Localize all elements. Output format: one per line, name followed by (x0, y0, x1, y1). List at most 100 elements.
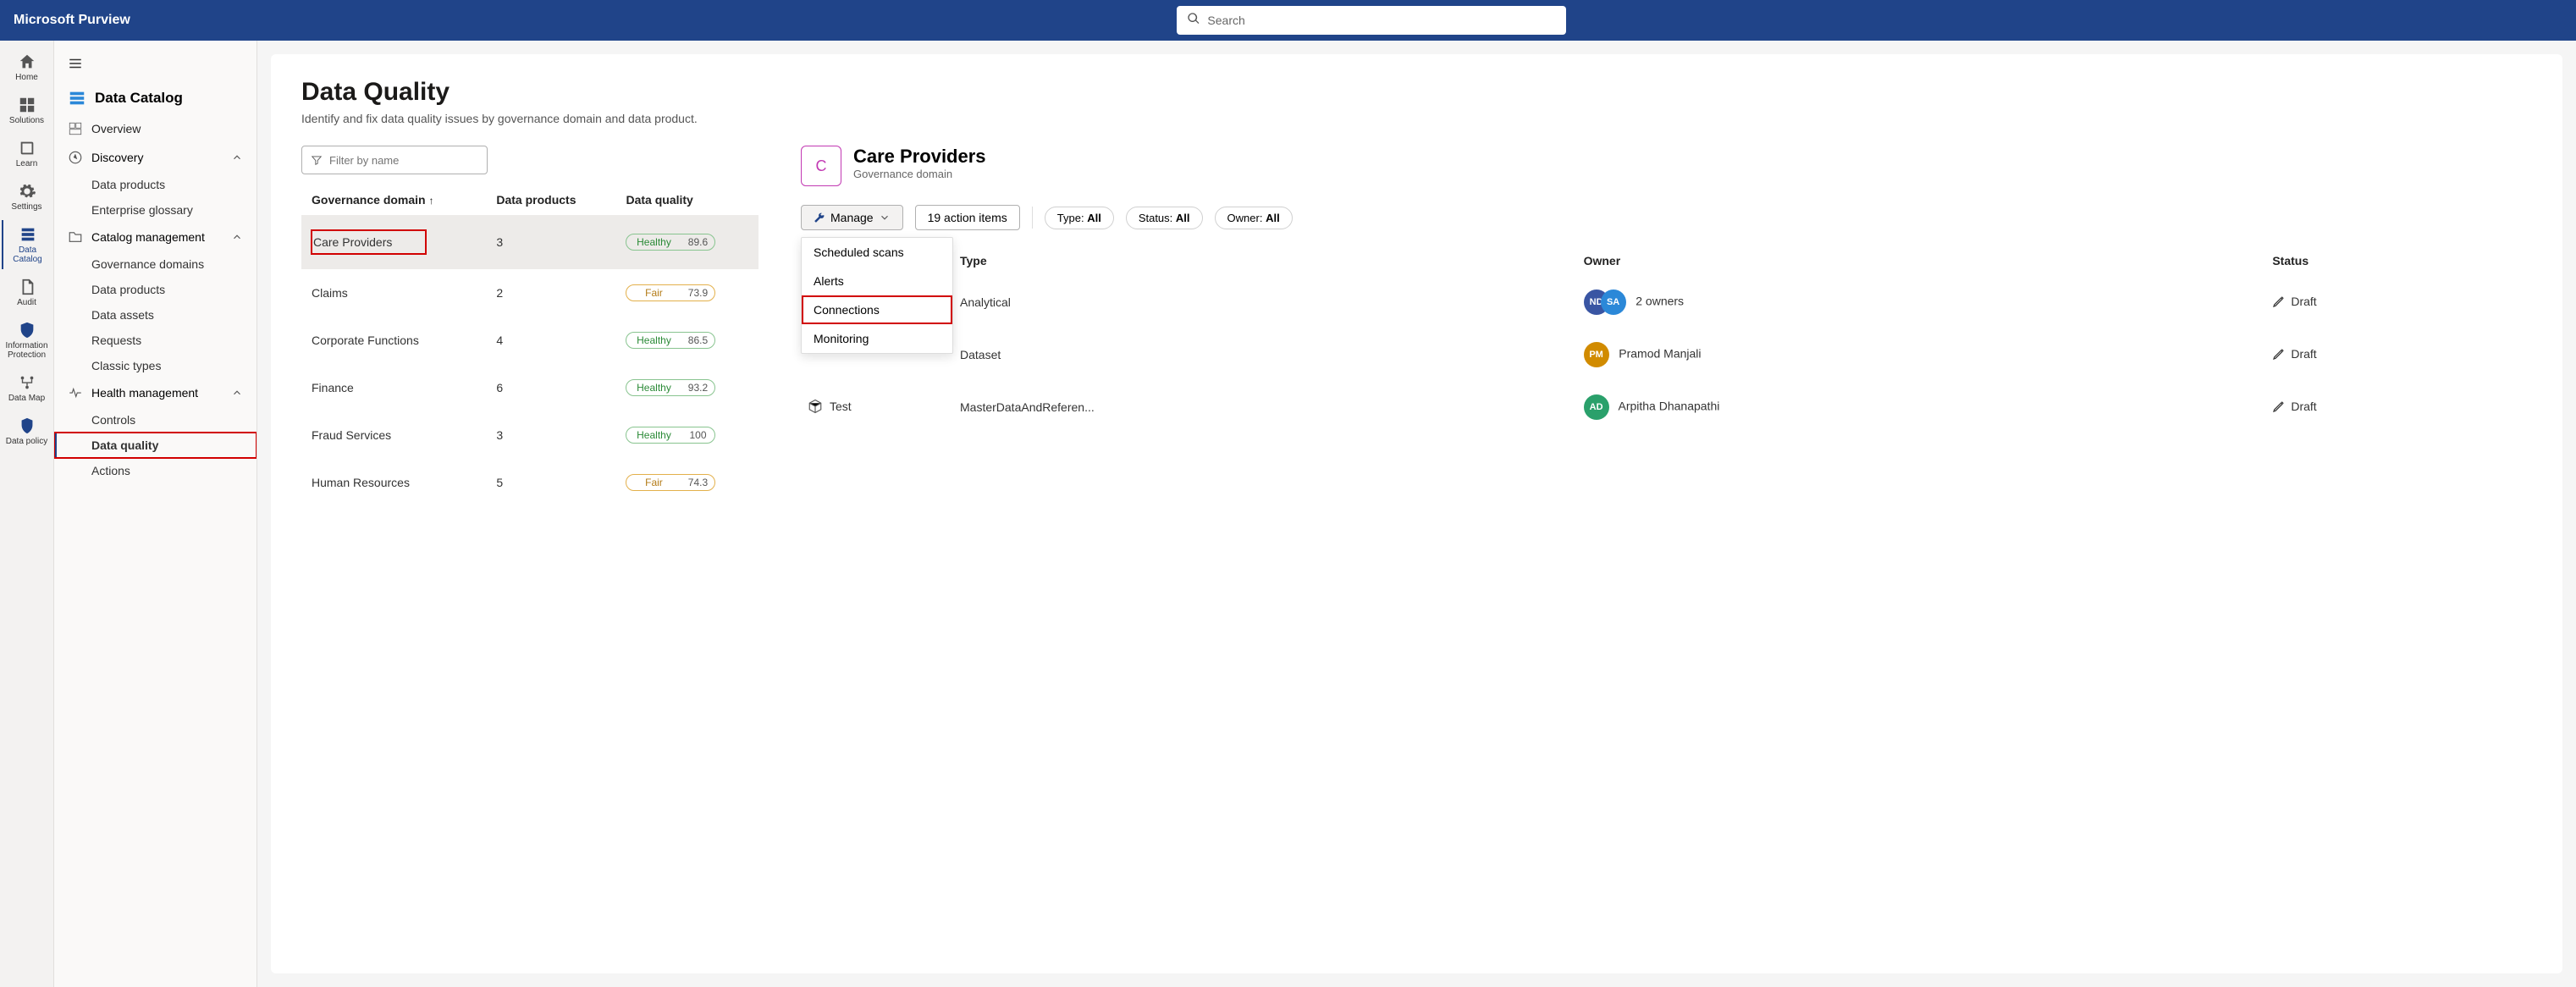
sidenav-discovery-glossary[interactable]: Enterprise glossary (54, 197, 256, 223)
toolbar-divider (1032, 207, 1033, 229)
left-rail: Home Solutions Learn Settings Data Catal… (0, 41, 54, 987)
col-domain[interactable]: Governance domain ↑ (301, 185, 486, 215)
sidenav-cm-products[interactable]: Data products (54, 277, 256, 302)
main-panel: Data Quality Identify and fix data quali… (271, 54, 2562, 973)
catalog-icon (68, 89, 86, 108)
col-products[interactable]: Data products (486, 185, 615, 215)
sidenav-cm-assets[interactable]: Data assets (54, 302, 256, 328)
rail-audit[interactable]: Audit (2, 273, 52, 312)
search-input[interactable] (1200, 14, 1556, 27)
hamburger-button[interactable] (54, 49, 256, 82)
table-row[interactable]: Human Resources 5 Fair74.3 (301, 459, 758, 506)
sidenav-discovery-products[interactable]: Data products (54, 172, 256, 197)
rail-settings[interactable]: Settings (2, 177, 52, 217)
pcol-status[interactable]: Status (2265, 245, 2532, 276)
domain-quality: Fair74.3 (615, 459, 758, 506)
rail-info-protection[interactable]: Information Protection (2, 316, 52, 365)
sidenav-cm-classic[interactable]: Classic types (54, 353, 256, 378)
rail-data-map[interactable]: Data Map (2, 368, 52, 408)
chevron-up-icon (231, 231, 243, 243)
product-owner: NDSA 2 owners (1577, 276, 2266, 328)
chevron-up-icon (231, 152, 243, 163)
filter-icon (311, 154, 323, 166)
table-row[interactable]: Test MasterDataAndReferen... AD Arpitha … (801, 381, 2532, 433)
domain-list-panel: Governance domain ↑ Data products Data q… (301, 146, 758, 506)
table-row[interactable]: Corporate Functions 4 Healthy86.5 (301, 317, 758, 364)
rail-home[interactable]: Home (2, 47, 52, 87)
pcol-owner[interactable]: Owner (1577, 245, 2266, 276)
table-row[interactable]: Analytical NDSA 2 owners Draft (801, 276, 2532, 328)
menu-alerts[interactable]: Alerts (802, 267, 952, 295)
search-box[interactable] (1177, 6, 1566, 35)
sidenav-group-health-mgmt[interactable]: Health management (54, 378, 256, 407)
product-type: MasterDataAndReferen... (953, 381, 1577, 433)
page-subtitle: Identify and fix data quality issues by … (301, 112, 2532, 125)
brand-label: Microsoft Purview (14, 13, 164, 28)
manage-dropdown: Scheduled scans Alerts Connections Monit… (801, 237, 953, 354)
domain-name: Corporate Functions (301, 317, 486, 364)
side-nav: Data Catalog Overview Discovery Data pro… (54, 41, 257, 987)
pencil-icon (2272, 400, 2286, 416)
rail-learn[interactable]: Learn (2, 134, 52, 174)
filter-box[interactable] (301, 146, 488, 174)
domain-name: Human Resources (301, 459, 486, 506)
sidenav-cm-domains[interactable]: Governance domains (54, 251, 256, 277)
sidenav-hm-actions[interactable]: Actions (54, 458, 256, 483)
domain-product-count: 6 (486, 364, 615, 411)
domain-quality: Fair73.9 (615, 269, 758, 317)
table-row[interactable]: Care Providers 3 Healthy89.6 (301, 215, 758, 269)
product-owner: PM Pramod Manjali (1577, 328, 2266, 381)
menu-connections[interactable]: Connections (802, 295, 952, 324)
chevron-up-icon (231, 387, 243, 399)
product-type: Analytical (953, 276, 1577, 328)
rail-data-catalog[interactable]: Data Catalog (2, 220, 52, 269)
menu-scheduled-scans[interactable]: Scheduled scans (802, 238, 952, 267)
pcol-type[interactable]: Type (953, 245, 1577, 276)
product-status: Draft (2265, 276, 2532, 328)
sidenav-hm-controls[interactable]: Controls (54, 407, 256, 433)
col-quality[interactable]: Data quality (615, 185, 758, 215)
domain-product-count: 5 (486, 459, 615, 506)
folder-icon (68, 229, 83, 245)
table-row[interactable]: Finance 6 Healthy93.2 (301, 364, 758, 411)
domain-product-count: 3 (486, 411, 615, 459)
pencil-icon (2272, 347, 2286, 363)
menu-monitoring[interactable]: Monitoring (802, 324, 952, 353)
sidenav-group-catalog-mgmt[interactable]: Catalog management (54, 223, 256, 251)
sidenav-overview[interactable]: Overview (54, 114, 256, 143)
domain-quality: Healthy89.6 (615, 215, 758, 269)
domain-product-count: 2 (486, 269, 615, 317)
domain-name: Claims (301, 269, 486, 317)
sidenav-cm-requests[interactable]: Requests (54, 328, 256, 353)
wrench-icon (814, 212, 825, 223)
domain-quality: Healthy86.5 (615, 317, 758, 364)
table-row[interactable]: Dataset PM Pramod Manjali Draft (801, 328, 2532, 381)
detail-panel: C Care Providers Governance domain Manag… (801, 146, 2532, 433)
table-row[interactable]: Fraud Services 3 Healthy100 (301, 411, 758, 459)
domain-name: Care Providers (301, 215, 486, 269)
sort-asc-icon: ↑ (428, 195, 433, 207)
domain-quality: Healthy93.2 (615, 364, 758, 411)
page-title: Data Quality (301, 78, 2532, 107)
manage-button[interactable]: Manage (801, 205, 903, 230)
product-status: Draft (2265, 381, 2532, 433)
table-row[interactable]: Claims 2 Fair73.9 (301, 269, 758, 317)
rail-solutions[interactable]: Solutions (2, 91, 52, 130)
pill-type[interactable]: Type: All (1045, 207, 1114, 229)
sidenav-hm-data-quality[interactable]: Data quality (54, 433, 256, 458)
action-items-button[interactable]: 19 action items (915, 205, 1020, 230)
search-wrap (181, 6, 2562, 35)
pill-owner[interactable]: Owner: All (1215, 207, 1293, 229)
sidenav-group-discovery[interactable]: Discovery (54, 143, 256, 172)
search-icon (1187, 12, 1200, 30)
rail-data-policy[interactable]: Data policy (2, 411, 52, 451)
pill-status[interactable]: Status: All (1126, 207, 1203, 229)
product-name: Test (801, 381, 953, 433)
detail-subtitle: Governance domain (853, 168, 986, 180)
domain-name: Fraud Services (301, 411, 486, 459)
manage-menu-wrap: Manage Scheduled scans Alerts Connection… (801, 205, 903, 230)
filter-input[interactable] (329, 154, 478, 167)
product-owner: AD Arpitha Dhanapathi (1577, 381, 2266, 433)
chevron-down-icon (879, 212, 891, 223)
sidenav-header: Data Catalog (54, 82, 256, 114)
